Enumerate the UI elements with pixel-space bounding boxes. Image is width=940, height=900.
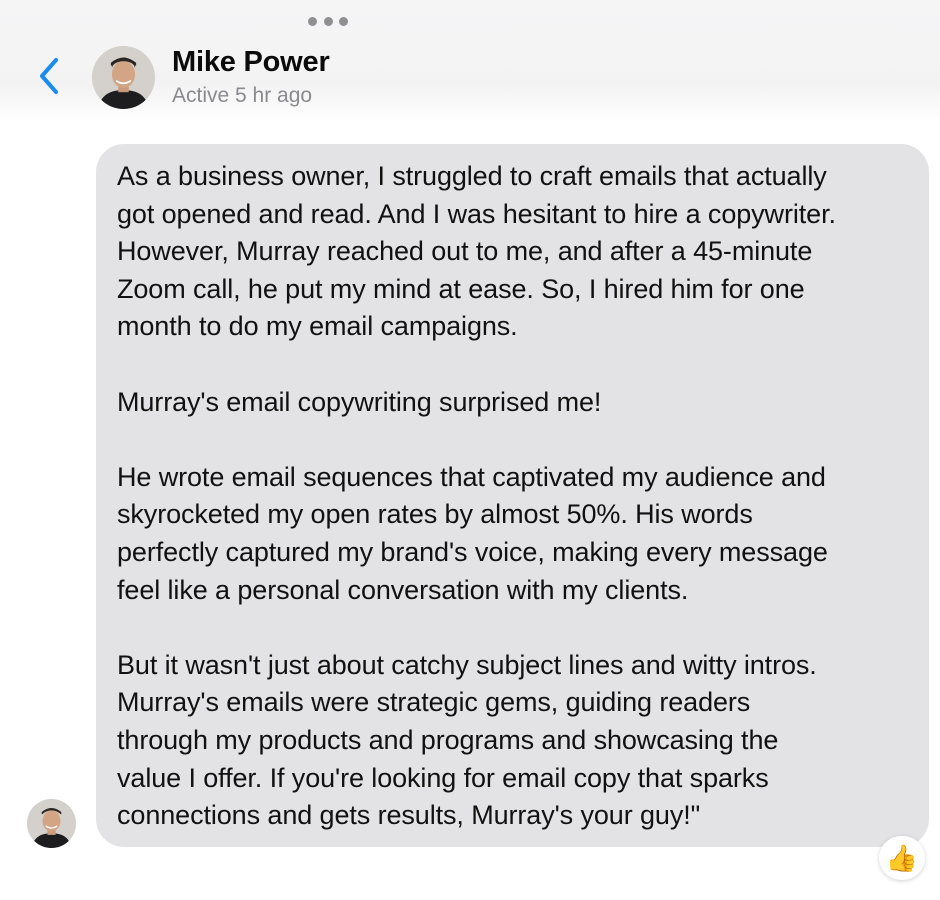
sender-avatar[interactable] (27, 799, 76, 848)
more-options-icon[interactable] (308, 16, 348, 26)
chevron-left-icon (40, 58, 58, 94)
contact-name[interactable]: Mike Power (172, 46, 330, 79)
active-status: Active 5 hr ago (172, 84, 313, 107)
contact-avatar[interactable] (92, 46, 155, 109)
message-paragraph: But it wasn't just about catchy subject … (117, 649, 817, 831)
message-bubble[interactable]: As a business owner, I struggled to craf… (96, 144, 929, 847)
back-button[interactable] (34, 55, 64, 97)
message-paragraph: As a business owner, I struggled to craf… (117, 161, 836, 342)
chat-header: Mike Power Active 5 hr ago (0, 0, 940, 122)
message-paragraph: He wrote email sequences that captivated… (117, 461, 828, 605)
message-paragraph: Murray's email copywriting surprised me! (117, 386, 602, 417)
thumbs-up-reaction-icon[interactable]: 👍 (879, 836, 925, 880)
